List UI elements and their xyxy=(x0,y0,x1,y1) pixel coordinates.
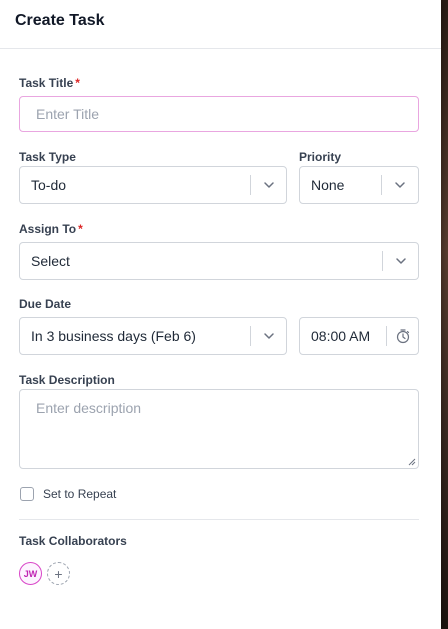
assign-to-label: Assign To * xyxy=(19,222,83,236)
select-separator xyxy=(250,326,251,346)
chevron-down-icon xyxy=(395,182,405,188)
priority-select[interactable]: None xyxy=(299,166,419,204)
clock-icon[interactable] xyxy=(395,328,411,344)
repeat-checkbox[interactable] xyxy=(20,487,34,501)
time-separator xyxy=(386,326,387,346)
task-title-placeholder: Enter Title xyxy=(36,106,100,122)
resize-handle-icon[interactable] xyxy=(408,458,416,466)
required-mark: * xyxy=(75,76,80,90)
due-time-value: 08:00 AM xyxy=(311,328,371,344)
create-task-panel: Create Task Task Title * Enter Title Task… xyxy=(0,0,441,629)
task-description-placeholder: Enter description xyxy=(36,400,142,416)
priority-label: Priority xyxy=(299,150,342,164)
avatar[interactable]: JW xyxy=(19,562,42,585)
task-collaborators-label: Task Collaborators xyxy=(19,534,127,548)
task-type-label: Task Type xyxy=(19,150,76,164)
chevron-down-icon xyxy=(264,333,274,339)
due-date-value: In 3 business days (Feb 6) xyxy=(31,328,196,344)
assign-to-select[interactable]: Select xyxy=(19,242,419,280)
required-mark: * xyxy=(78,222,83,236)
task-title-label: Task Title * xyxy=(19,76,80,90)
due-date-label: Due Date xyxy=(19,297,72,311)
priority-value: None xyxy=(311,177,345,193)
page-title: Create Task xyxy=(15,12,105,29)
assign-to-label-text: Assign To xyxy=(19,222,77,236)
section-divider xyxy=(19,519,419,520)
select-separator xyxy=(381,175,382,195)
chevron-down-icon xyxy=(396,258,406,264)
plus-icon: + xyxy=(54,565,63,582)
task-title-label-text: Task Title xyxy=(19,76,74,90)
repeat-label: Set to Repeat xyxy=(43,487,117,501)
task-description-label: Task Description xyxy=(19,373,115,387)
add-collaborator-button[interactable]: + xyxy=(47,562,70,585)
due-time-input[interactable]: 08:00 AM xyxy=(299,317,419,355)
select-separator xyxy=(382,251,383,271)
task-description-textarea[interactable]: Enter description xyxy=(19,389,419,469)
select-separator xyxy=(250,175,251,195)
due-date-select[interactable]: In 3 business days (Feb 6) xyxy=(19,317,287,355)
task-type-select[interactable]: To-do xyxy=(19,166,287,204)
task-title-input[interactable]: Enter Title xyxy=(19,96,419,132)
task-type-value: To-do xyxy=(31,177,67,193)
chevron-down-icon xyxy=(264,182,274,188)
assign-to-value: Select xyxy=(31,253,70,269)
panel-header: Create Task xyxy=(0,0,441,49)
